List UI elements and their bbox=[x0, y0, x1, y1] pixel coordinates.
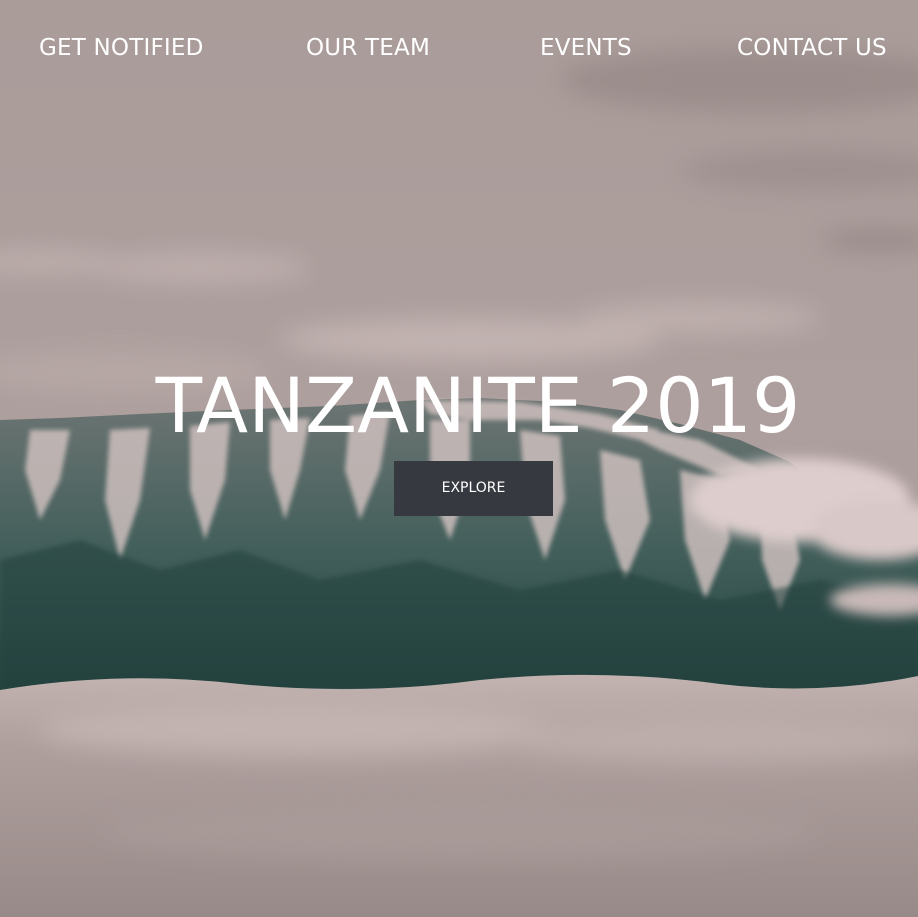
mountain-background-image bbox=[0, 0, 918, 917]
hero-title: TANZANITE 2019 bbox=[155, 361, 801, 450]
nav-item-our-team[interactable]: OUR TEAM bbox=[306, 33, 430, 63]
main-navigation: GET NOTIFIED OUR TEAM EVENTS CONTACT US bbox=[0, 0, 918, 96]
nav-item-events[interactable]: EVENTS bbox=[540, 33, 632, 63]
nav-item-get-notified[interactable]: GET NOTIFIED bbox=[39, 33, 204, 63]
nav-item-contact-us[interactable]: CONTACT US bbox=[737, 33, 887, 63]
hero-section: GET NOTIFIED OUR TEAM EVENTS CONTACT US … bbox=[0, 0, 918, 917]
explore-button[interactable]: EXPLORE bbox=[394, 461, 553, 516]
